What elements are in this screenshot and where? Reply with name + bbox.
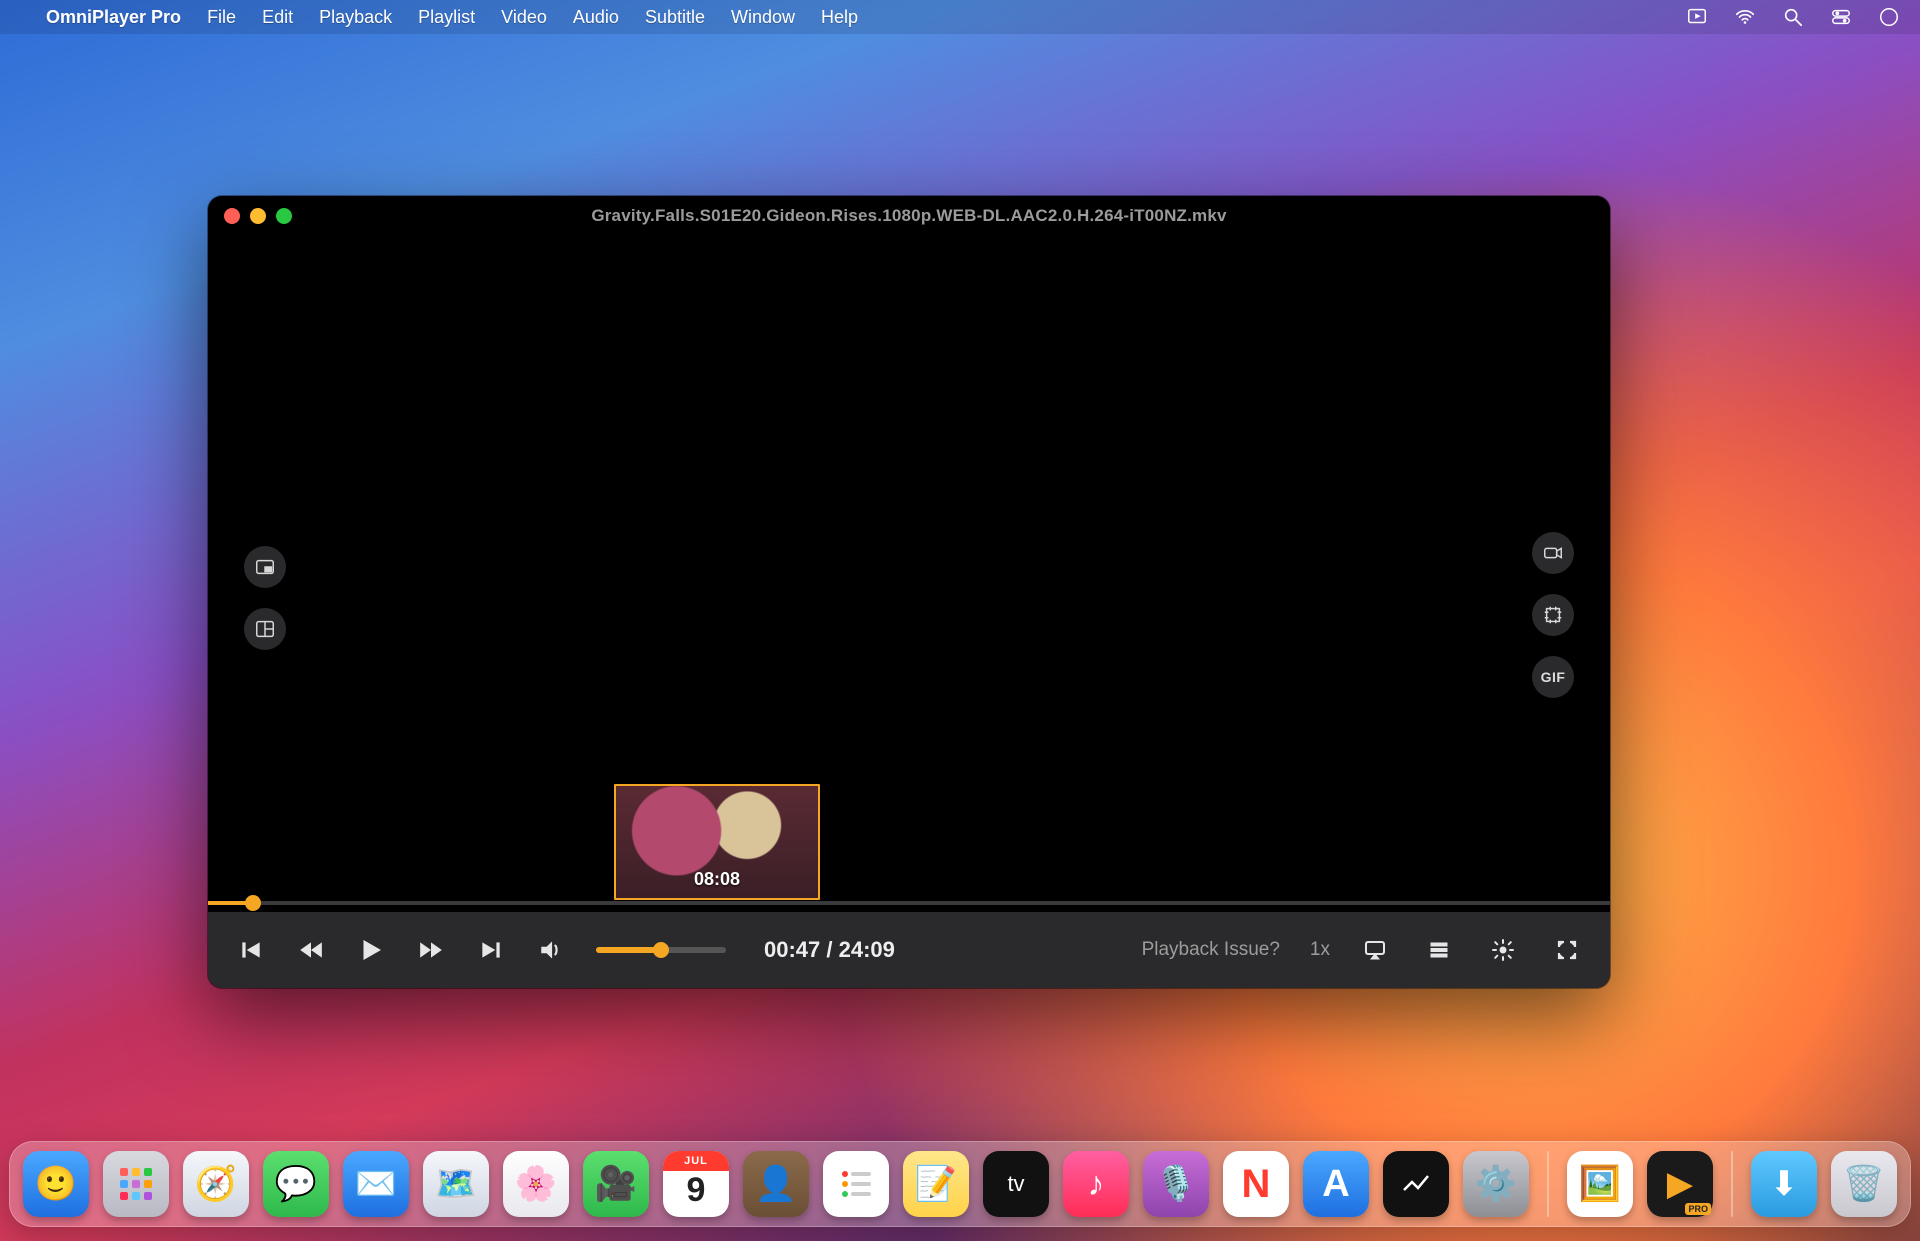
control-bar: 00:47 / 24:09 Playback Issue? 1x <box>208 912 1610 988</box>
dock-trash-icon[interactable]: 🗑️ <box>1831 1151 1897 1217</box>
current-time: 00:47 <box>764 937 820 962</box>
dock-appstore-icon[interactable]: A <box>1303 1151 1369 1217</box>
desktop: OmniPlayer Pro File Edit Playback Playli… <box>0 0 1920 1241</box>
record-button[interactable] <box>1532 532 1574 574</box>
titlebar[interactable]: Gravity.Falls.S01E20.Gideon.Rises.1080p.… <box>208 196 1610 236</box>
dock-separator <box>1547 1151 1549 1217</box>
dock-news-icon[interactable]: N <box>1223 1151 1289 1217</box>
progress-knob[interactable] <box>245 895 261 911</box>
siri-icon[interactable] <box>1878 6 1900 28</box>
snapshot-button[interactable] <box>1532 594 1574 636</box>
dock-downloads-icon[interactable]: ⬇ <box>1751 1151 1817 1217</box>
playback-issue-link[interactable]: Playback Issue? <box>1142 939 1280 961</box>
spotlight-icon[interactable] <box>1782 6 1804 28</box>
fast-forward-button[interactable] <box>416 935 446 965</box>
progress-bar[interactable] <box>208 894 1610 912</box>
playlist-button[interactable] <box>1424 935 1454 965</box>
time-separator: / <box>820 937 838 962</box>
time-display: 00:47 / 24:09 <box>764 937 895 963</box>
control-center-icon[interactable] <box>1830 6 1852 28</box>
dock-music-icon[interactable]: ♪ <box>1063 1151 1129 1217</box>
menu-playlist[interactable]: Playlist <box>418 7 475 28</box>
total-time: 24:09 <box>839 937 895 962</box>
menu-subtitle[interactable]: Subtitle <box>645 7 705 28</box>
pro-badge: PRO <box>1685 1203 1711 1215</box>
menu-video[interactable]: Video <box>501 7 547 28</box>
playback-speed-button[interactable]: 1x <box>1310 939 1330 961</box>
window-title: Gravity.Falls.S01E20.Gideon.Rises.1080p.… <box>591 206 1226 226</box>
omniplayer-status-icon[interactable] <box>1686 6 1708 28</box>
calendar-month: JUL <box>663 1151 729 1171</box>
player-window: Gravity.Falls.S01E20.Gideon.Rises.1080p.… <box>208 196 1610 988</box>
dock-finder-icon[interactable]: 🙂 <box>23 1151 89 1217</box>
dock-reminders-icon[interactable] <box>823 1151 889 1217</box>
dock-preview-icon[interactable]: 🖼️ <box>1567 1151 1633 1217</box>
dock-settings-icon[interactable]: ⚙️ <box>1463 1151 1529 1217</box>
dock-messages-icon[interactable]: 💬 <box>263 1151 329 1217</box>
volume-fill <box>596 947 661 953</box>
menu-audio[interactable]: Audio <box>573 7 619 28</box>
volume-icon[interactable] <box>536 935 566 965</box>
previous-button[interactable] <box>236 935 266 965</box>
play-button[interactable] <box>356 935 386 965</box>
progress-track <box>208 901 1610 905</box>
dock-maps-icon[interactable]: 🗺️ <box>423 1151 489 1217</box>
volume-knob[interactable] <box>653 942 669 958</box>
gif-button[interactable]: GIF <box>1532 656 1574 698</box>
window-close-button[interactable] <box>224 208 240 224</box>
dock-contacts-icon[interactable]: 👤 <box>743 1151 809 1217</box>
dock-stocks-icon[interactable] <box>1383 1151 1449 1217</box>
rewind-button[interactable] <box>296 935 326 965</box>
menu-playback[interactable]: Playback <box>319 7 392 28</box>
menubar: OmniPlayer Pro File Edit Playback Playli… <box>0 0 1920 34</box>
window-minimize-button[interactable] <box>250 208 266 224</box>
fullscreen-button[interactable] <box>1552 935 1582 965</box>
settings-button[interactable] <box>1488 935 1518 965</box>
window-zoom-button[interactable] <box>276 208 292 224</box>
airplay-button[interactable] <box>1360 935 1390 965</box>
seek-preview-time: 08:08 <box>694 869 740 890</box>
dock-facetime-icon[interactable]: 🎥 <box>583 1151 649 1217</box>
dock-separator-2 <box>1731 1151 1733 1217</box>
dock-mail-icon[interactable]: ✉️ <box>343 1151 409 1217</box>
dock-calendar-icon[interactable]: JUL 9 <box>663 1151 729 1217</box>
pip-button[interactable] <box>244 546 286 588</box>
app-menu[interactable]: OmniPlayer Pro <box>46 7 181 28</box>
menu-file[interactable]: File <box>207 7 236 28</box>
dock-tv-icon[interactable]: tv <box>983 1151 1049 1217</box>
gif-label: GIF <box>1541 669 1566 685</box>
menu-window[interactable]: Window <box>731 7 795 28</box>
layout-button[interactable] <box>244 608 286 650</box>
video-area[interactable]: GIF 08:08 <box>208 236 1610 912</box>
menu-help[interactable]: Help <box>821 7 858 28</box>
wifi-icon[interactable] <box>1734 6 1756 28</box>
dock-podcasts-icon[interactable]: 🎙️ <box>1143 1151 1209 1217</box>
dock: 🙂 🧭 💬 ✉️ 🗺️ 🌸 🎥 JUL 9 👤 📝 tv ♪ 🎙️ N A ⚙️… <box>9 1141 1911 1227</box>
seek-preview-thumbnail: 08:08 <box>614 784 820 900</box>
menu-edit[interactable]: Edit <box>262 7 293 28</box>
dock-launchpad-icon[interactable] <box>103 1151 169 1217</box>
calendar-day: 9 <box>687 1171 706 1210</box>
volume-slider[interactable] <box>596 947 726 953</box>
dock-safari-icon[interactable]: 🧭 <box>183 1151 249 1217</box>
dock-photos-icon[interactable]: 🌸 <box>503 1151 569 1217</box>
dock-notes-icon[interactable]: 📝 <box>903 1151 969 1217</box>
dock-omniplayer-icon[interactable]: ▶PRO <box>1647 1151 1713 1217</box>
next-button[interactable] <box>476 935 506 965</box>
